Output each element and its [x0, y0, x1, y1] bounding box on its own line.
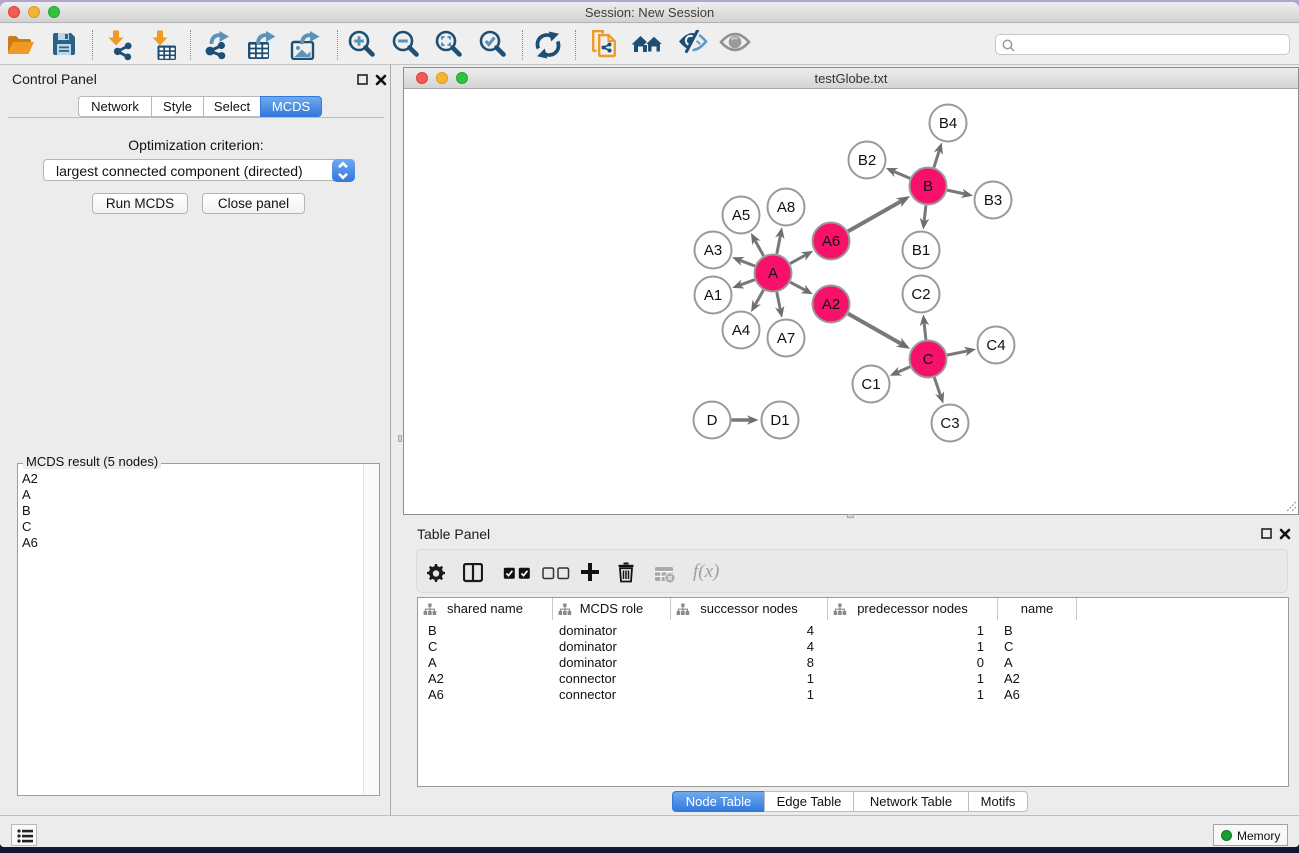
- svg-text:A7: A7: [777, 330, 795, 347]
- svg-text:A1: A1: [704, 287, 722, 304]
- svg-text:A: A: [768, 265, 778, 282]
- svg-text:D: D: [707, 412, 718, 429]
- svg-text:C3: C3: [940, 415, 959, 432]
- svg-text:D1: D1: [770, 412, 789, 429]
- svg-text:B2: B2: [858, 152, 876, 169]
- svg-text:B: B: [923, 178, 933, 195]
- svg-text:C1: C1: [861, 376, 880, 393]
- svg-text:B4: B4: [939, 115, 957, 132]
- svg-text:A2: A2: [822, 296, 840, 313]
- svg-text:A3: A3: [704, 242, 722, 259]
- svg-text:A6: A6: [822, 233, 840, 250]
- svg-text:B1: B1: [912, 242, 930, 259]
- svg-text:B3: B3: [984, 192, 1002, 209]
- svg-text:C4: C4: [986, 337, 1005, 354]
- svg-text:A4: A4: [732, 322, 750, 339]
- svg-text:C: C: [923, 351, 934, 368]
- svg-text:C2: C2: [911, 286, 930, 303]
- svg-text:A5: A5: [732, 207, 750, 224]
- svg-text:A8: A8: [777, 199, 795, 216]
